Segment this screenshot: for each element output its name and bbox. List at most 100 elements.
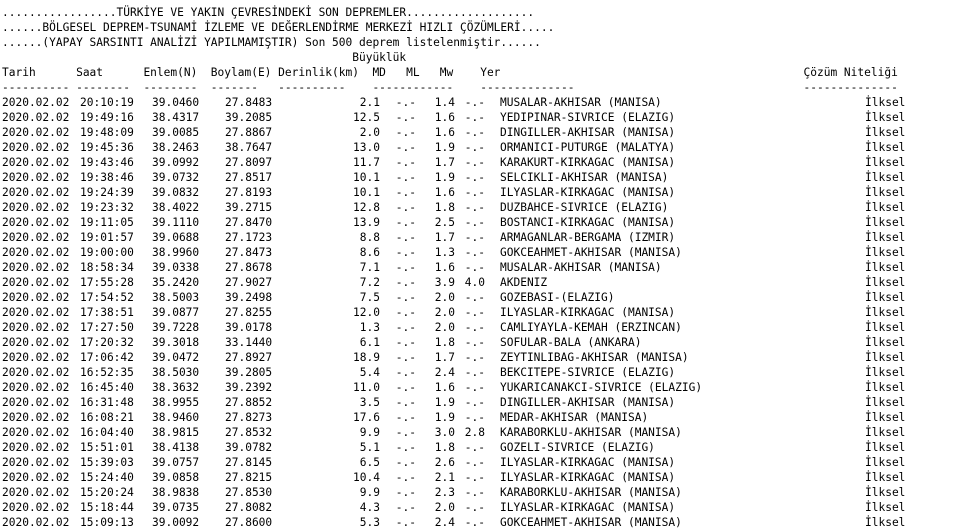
table-row: 2020.02.02 17:38:51 39.0877 27.8255 12.0 -.- 2… [2, 305, 945, 320]
ml-cell: 1.8 [434, 336, 455, 349]
time-cell: 19:45:36 [80, 141, 134, 154]
md-cell: -.- [395, 141, 416, 154]
md-cell: -.- [395, 231, 416, 244]
ml-cell: 2.4 [434, 366, 455, 379]
md-cell: -.- [395, 426, 416, 439]
table-row: 2020.02.02 19:24:39 39.0832 27.8193 10.1 -.- 1… [2, 185, 945, 200]
longitude-cell: 27.8473 [225, 246, 273, 259]
table-row: 2020.02.02 16:31:48 38.9955 27.8852 3.5 -.- 1.… [2, 395, 945, 410]
latitude-cell: 39.0732 [152, 171, 200, 184]
location-cell: SOFULAR-BALA (ANKARA) [500, 336, 642, 349]
longitude-cell: 27.8530 [225, 486, 273, 499]
time-cell: 17:54:52 [80, 291, 134, 304]
depth-cell: 4.3 [359, 501, 380, 514]
longitude-cell: 27.8517 [225, 171, 273, 184]
time-cell: 17:27:50 [80, 321, 134, 334]
latitude-cell: 38.5003 [152, 291, 200, 304]
latitude-cell: 39.7228 [152, 321, 200, 334]
table-row: 2020.02.02 15:39:03 39.0757 27.8145 6.5 -.- 2.… [2, 455, 945, 470]
md-cell: -.- [395, 246, 416, 259]
mw-cell: -.- [464, 186, 485, 199]
mw-cell: -.- [464, 486, 485, 499]
latitude-cell: 39.0858 [152, 471, 200, 484]
solution-quality-cell: İlksel [865, 516, 906, 528]
latitude-cell: 38.9955 [152, 396, 200, 409]
location-cell: ILYASLAR-KIRKAGAC (MANISA) [500, 306, 676, 319]
ml-cell: 2.5 [434, 216, 455, 229]
depth-cell: 13.9 [353, 216, 380, 229]
date-cell: 2020.02.02 [2, 171, 70, 184]
ml-cell: 3.9 [434, 276, 455, 289]
location-cell: ILYASLAR-KIRKAGAC (MANISA) [500, 456, 676, 469]
depth-cell: 12.5 [353, 111, 380, 124]
table-row: 2020.02.02 15:18:44 39.0735 27.8082 4.3 -.- 2.… [2, 500, 945, 515]
location-cell: GOZEBASI-(ELAZIG) [500, 291, 615, 304]
table-row: 2020.02.02 16:04:40 38.9815 27.8532 9.9 -.- 3.… [2, 425, 945, 440]
magnitude-group-label: Büyüklük [2, 51, 407, 64]
date-cell: 2020.02.02 [2, 486, 70, 499]
mw-cell: -.- [464, 456, 485, 469]
mw-cell: -.- [464, 141, 485, 154]
md-cell: -.- [395, 306, 416, 319]
depth-cell: 6.5 [359, 456, 380, 469]
depth-cell: 7.5 [359, 291, 380, 304]
time-cell: 15:51:01 [80, 441, 134, 454]
ml-cell: 1.8 [434, 201, 455, 214]
time-cell: 19:48:09 [80, 126, 134, 139]
md-cell: -.- [395, 171, 416, 184]
longitude-cell: 27.9027 [225, 276, 273, 289]
time-cell: 17:06:42 [80, 351, 134, 364]
location-cell: ARMAGANLAR-BERGAMA (IZMIR) [500, 231, 676, 244]
time-cell: 15:20:24 [80, 486, 134, 499]
solution-quality-cell: İlksel [865, 111, 906, 124]
date-cell: 2020.02.02 [2, 471, 70, 484]
time-cell: 16:08:21 [80, 411, 134, 424]
longitude-cell: 27.8145 [225, 456, 273, 469]
depth-cell: 10.1 [353, 171, 380, 184]
longitude-cell: 39.0782 [225, 441, 273, 454]
time-cell: 19:38:46 [80, 171, 134, 184]
depth-cell: 9.9 [359, 426, 380, 439]
ml-cell: 2.1 [434, 471, 455, 484]
mw-cell: -.- [464, 216, 485, 229]
mw-cell: -.- [464, 336, 485, 349]
time-cell: 17:55:28 [80, 276, 134, 289]
solution-quality-cell: İlksel [865, 441, 906, 454]
latitude-cell: 39.0085 [152, 126, 200, 139]
location-cell: YUKARICANAKCI-SIVRICE (ELAZIG) [500, 381, 703, 394]
date-cell: 2020.02.02 [2, 366, 70, 379]
solution-quality-cell: İlksel [865, 321, 906, 334]
md-cell: -.- [395, 501, 416, 514]
solution-quality-cell: İlksel [865, 336, 906, 349]
mw-cell: -.- [464, 126, 485, 139]
time-cell: 17:20:32 [80, 336, 134, 349]
depth-cell: 5.4 [359, 366, 380, 379]
date-cell: 2020.02.02 [2, 441, 70, 454]
solution-quality-cell: İlksel [865, 396, 906, 409]
earthquake-list-page: .................TÜRKİYE VE YAKIN ÇEVRES… [0, 0, 960, 528]
date-cell: 2020.02.02 [2, 516, 70, 528]
latitude-cell: 39.0735 [152, 501, 200, 514]
longitude-cell: 39.2085 [225, 111, 273, 124]
solution-quality-cell: İlksel [865, 351, 906, 364]
md-cell: -.- [395, 516, 416, 528]
time-cell: 19:01:57 [80, 231, 134, 244]
ml-cell: 1.6 [434, 126, 455, 139]
depth-cell: 5.3 [359, 516, 380, 528]
latitude-cell: 39.0992 [152, 156, 200, 169]
md-cell: -.- [395, 276, 416, 289]
md-cell: -.- [395, 261, 416, 274]
solution-quality-cell: İlksel [865, 126, 906, 139]
location-cell: DUZBAHCE-SIVRICE (ELAZIG) [500, 201, 669, 214]
solution-quality-cell: İlksel [865, 381, 906, 394]
table-row: 2020.02.02 17:55:28 35.2420 27.9027 7.2 -.- 3.… [2, 275, 945, 290]
longitude-cell: 39.2392 [225, 381, 273, 394]
longitude-cell: 27.1723 [225, 231, 273, 244]
md-cell: -.- [395, 186, 416, 199]
md-cell: -.- [395, 456, 416, 469]
time-cell: 19:23:32 [80, 201, 134, 214]
depth-cell: 3.5 [359, 396, 380, 409]
ml-cell: 2.4 [434, 516, 455, 528]
solution-quality-cell: İlksel [865, 261, 906, 274]
depth-cell: 1.3 [359, 321, 380, 334]
